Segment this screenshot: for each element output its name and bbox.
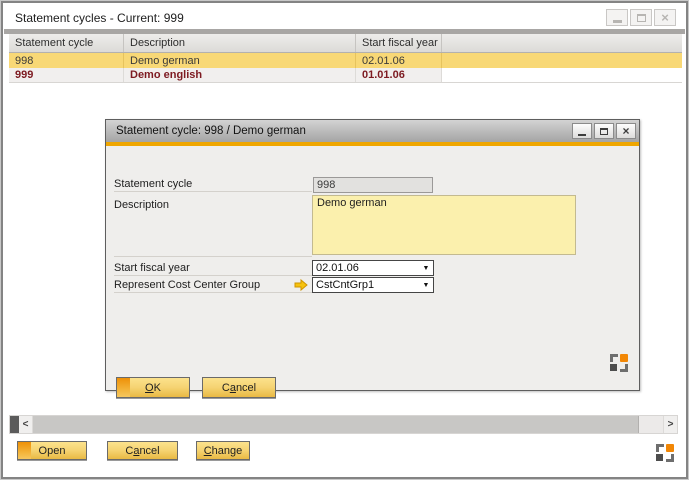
close-icon: ×	[622, 125, 629, 137]
button-label: K	[154, 382, 161, 394]
dialog-titlebar[interactable]: Statement cycle: 998 / Demo german ×	[106, 120, 639, 142]
column-header-description[interactable]: Description	[124, 34, 356, 52]
cost-center-group-dropdown[interactable]: CstCntGrp1 ▼	[312, 277, 434, 293]
close-icon: ×	[661, 11, 669, 24]
scrollbar-split-handle[interactable]	[10, 416, 19, 433]
chevron-right-icon: >	[668, 419, 674, 430]
scroll-left-button[interactable]: <	[19, 416, 33, 433]
dialog-minimize-button[interactable]	[572, 123, 592, 139]
cell-start-fiscal-year[interactable]: 02.01.06	[356, 53, 442, 68]
scroll-right-button[interactable]: >	[663, 416, 677, 433]
button-label: Open	[39, 445, 66, 457]
cell-description[interactable]: Demo german	[124, 53, 356, 68]
dialog-title: Statement cycle: 998 / Demo german	[116, 125, 306, 137]
column-header-start-fiscal-year[interactable]: Start fiscal year	[356, 34, 442, 52]
statement-cycle-field[interactable]: 998	[313, 177, 433, 193]
main-window: Statement cycles - Current: 999 × Statem…	[0, 0, 689, 480]
chevron-down-icon[interactable]: ▼	[419, 265, 433, 272]
scrollbar-track[interactable]	[639, 416, 663, 433]
minimize-icon	[578, 134, 586, 136]
statement-cycles-table: Statement cycle Description Start fiscal…	[9, 34, 682, 83]
button-label: C	[204, 445, 212, 457]
cell-filler	[442, 53, 682, 68]
button-label: C	[222, 382, 230, 394]
column-header-filler	[442, 34, 682, 52]
open-button[interactable]: Open	[17, 441, 87, 460]
close-button[interactable]: ×	[654, 9, 676, 26]
dropdown-value: 02.01.06	[313, 262, 419, 274]
dropdown-value: CstCntGrp1	[313, 279, 419, 291]
description-row-underline	[114, 256, 312, 257]
dialog-cancel-button[interactable]: Cancel	[202, 377, 276, 398]
button-label: ncel	[139, 445, 159, 457]
label-description: Description	[114, 198, 312, 213]
chevron-down-icon[interactable]: ▼	[419, 282, 433, 289]
expand-form-icon[interactable]	[656, 444, 674, 462]
maximize-icon	[637, 14, 646, 22]
window-title: Statement cycles - Current: 999	[15, 11, 184, 25]
dialog-close-button[interactable]: ×	[616, 123, 636, 139]
maximize-icon	[600, 128, 608, 135]
start-fiscal-year-dropdown[interactable]: 02.01.06 ▼	[312, 260, 434, 276]
table-row-998[interactable]: 998 Demo german 02.01.06	[9, 53, 682, 68]
cell-cycle[interactable]: 999	[9, 68, 124, 82]
button-label: C	[125, 445, 133, 457]
label-start-fiscal-year: Start fiscal year	[114, 261, 312, 276]
statement-cycle-dialog: Statement cycle: 998 / Demo german × Sta…	[105, 119, 640, 391]
table-header-row: Statement cycle Description Start fiscal…	[9, 34, 682, 53]
table-row-999[interactable]: 999 Demo english 01.01.06	[9, 68, 682, 83]
label-represent-cost-center-group: Represent Cost Center Group	[114, 278, 312, 293]
scrollbar-thumb[interactable]	[33, 416, 639, 433]
minimize-button[interactable]	[606, 9, 628, 26]
cell-description[interactable]: Demo english	[124, 68, 356, 82]
button-label: O	[145, 382, 154, 394]
expand-form-icon[interactable]	[610, 354, 628, 372]
main-titlebar: Statement cycles - Current: 999 ×	[4, 4, 685, 29]
description-textarea[interactable]: Demo german	[312, 195, 576, 255]
cancel-button[interactable]: Cancel	[107, 441, 178, 460]
button-label: ncel	[236, 382, 256, 394]
cell-filler	[442, 68, 682, 82]
cell-start-fiscal-year[interactable]: 01.01.06	[356, 68, 442, 82]
dialog-maximize-button[interactable]	[594, 123, 614, 139]
column-header-statement-cycle[interactable]: Statement cycle	[9, 34, 124, 52]
change-button[interactable]: Change	[196, 441, 250, 460]
dialog-body: Statement cycle 998 Description Demo ger…	[106, 146, 639, 390]
window-controls: ×	[606, 9, 676, 26]
label-statement-cycle: Statement cycle	[114, 177, 312, 192]
cell-cycle[interactable]: 998	[9, 53, 124, 68]
link-arrow-icon[interactable]	[294, 278, 309, 292]
minimize-icon	[613, 20, 622, 23]
ok-button[interactable]: OK	[116, 377, 190, 398]
dialog-controls: ×	[572, 123, 636, 139]
horizontal-scrollbar[interactable]: < >	[9, 415, 678, 434]
maximize-button[interactable]	[630, 9, 652, 26]
button-label: hange	[212, 445, 243, 457]
chevron-left-icon: <	[23, 419, 29, 430]
